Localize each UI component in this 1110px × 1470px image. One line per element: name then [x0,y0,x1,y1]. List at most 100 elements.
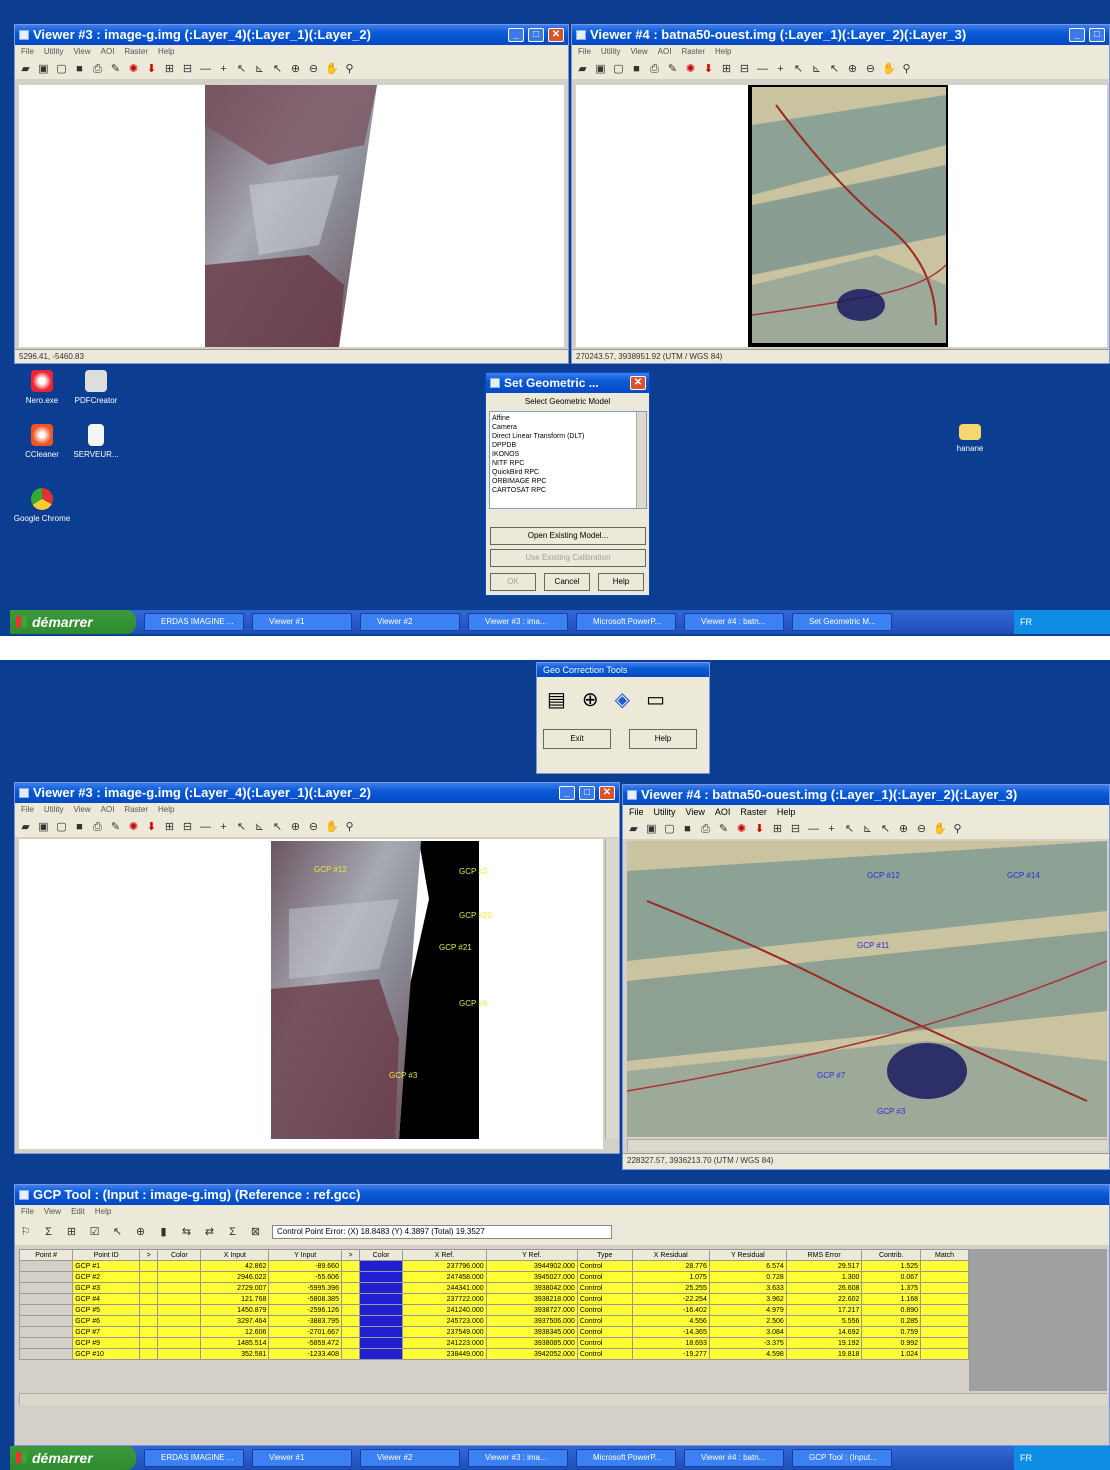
info-icon[interactable]: ✎ [109,821,122,834]
gcp-color-cell[interactable] [18,1326,74,1338]
menu-aoi[interactable]: AOI [101,47,115,56]
menu-view[interactable]: View [630,47,647,56]
gcp-color-cell[interactable] [920,1260,969,1272]
gcp-color-cell[interactable] [18,1348,74,1360]
new-icon[interactable]: ▢ [55,63,68,76]
open-icon[interactable]: ▰ [19,821,32,834]
model-option[interactable]: CARTOSAT RPC [492,486,644,495]
viewer-3-canvas[interactable] [19,85,564,347]
gcp-color-cell[interactable] [18,1293,74,1305]
pin-icon[interactable]: ⬇ [753,823,766,836]
line-icon[interactable]: — [756,63,769,76]
gcp-color-cell[interactable] [139,1348,159,1360]
grid-icon[interactable]: ⊞ [771,823,784,836]
select-icon[interactable]: ↖ [828,63,841,76]
pin-icon[interactable]: ⬇ [145,821,158,834]
maximize-button[interactable]: □ [579,786,595,800]
minimize-button[interactable]: _ [559,786,575,800]
measure-icon[interactable]: ⊾ [861,823,874,836]
menu-aoi[interactable]: AOI [715,807,731,817]
help-button[interactable]: Help [629,729,697,749]
viewer-4-hscrollbar[interactable] [627,1139,1107,1151]
target-icon[interactable]: ✺ [127,821,140,834]
gcp-color-cell[interactable] [340,1326,361,1338]
model-option[interactable]: QuickBird RPC [492,468,644,477]
menu-file[interactable]: File [629,807,644,817]
model-option[interactable]: Camera [492,423,644,432]
gcp-label[interactable]: GCP #3 [877,1107,905,1116]
gcp-color-cell[interactable] [340,1271,361,1283]
gcp-column-header[interactable]: Y Residual [708,1249,787,1261]
zoom-box-icon[interactable]: ⊟ [738,63,751,76]
gcp-column-header[interactable]: X Input [200,1249,270,1261]
minimize-button[interactable]: _ [1069,28,1085,42]
zoom-in-icon[interactable]: ⊕ [289,63,302,76]
close-layer-icon[interactable]: ▣ [594,63,607,76]
desktop-icon-pdfcreator[interactable]: PDFCreator [66,370,126,405]
gcp-color-cell[interactable] [139,1337,159,1349]
zoom-out-icon[interactable]: ⊖ [307,63,320,76]
pan-icon[interactable]: ✋ [933,823,947,836]
menu-view[interactable]: View [686,807,705,817]
grid-icon[interactable]: ⊞ [163,63,176,76]
gcp-color-cell[interactable] [359,1260,404,1272]
menu-help[interactable]: Help [777,807,796,817]
viewer-4-canvas[interactable] [576,85,1107,347]
gcp-color-cell[interactable] [157,1326,202,1338]
menu-file[interactable]: File [578,47,591,56]
gcp-color-cell[interactable] [139,1326,159,1338]
cross-icon[interactable]: + [217,821,230,834]
gcp-label[interactable]: GCP #20 [459,911,492,920]
desktop-icon-hanane[interactable]: hanane [940,424,1000,453]
info-icon[interactable]: ✎ [109,63,122,76]
close-button[interactable]: ✕ [630,376,646,390]
close-layer-icon[interactable]: ▣ [37,63,50,76]
gcp-color-cell[interactable] [340,1293,361,1305]
ok-button[interactable]: OK [490,573,536,591]
gcp-table-row[interactable]: GCP #2 2946.022 -55.606 247458.000 3945027.0… [18,1271,969,1283]
gcp-color-cell[interactable] [340,1315,361,1327]
gcp-color-cell[interactable] [18,1304,74,1316]
gcp-color-cell[interactable] [359,1337,404,1349]
save-icon[interactable]: ■ [681,823,694,836]
pin-icon[interactable]: ⬇ [702,63,715,76]
target-icon[interactable]: ✺ [735,823,748,836]
sigma-icon[interactable]: Σ [226,1226,239,1239]
menu-help[interactable]: Help [715,47,731,56]
gcp-column-header[interactable]: > [340,1249,361,1261]
gcp-label[interactable]: GCP #2 [459,867,487,876]
minimize-button[interactable]: _ [508,28,524,42]
model-option[interactable]: Affine [492,414,644,423]
target-icon[interactable]: ✺ [684,63,697,76]
gcp-label[interactable]: GCP #14 [1007,871,1040,880]
select-gcp-icon[interactable]: ↖ [111,1226,124,1239]
measure-icon[interactable]: ⊾ [253,821,266,834]
maximize-button[interactable]: □ [1089,28,1105,42]
gcp-column-header[interactable]: Point # [18,1249,74,1261]
menu-view[interactable]: View [73,805,90,814]
gcp-color-cell[interactable] [157,1282,202,1294]
gcp-color-cell[interactable] [359,1271,404,1283]
gcp-column-header[interactable]: > [139,1249,159,1261]
gcp-table-row[interactable]: GCP #9 1485.514 -5859.472 241223.000 3938085… [18,1337,969,1349]
gcp-color-cell[interactable] [157,1315,202,1327]
gcp-color-cell[interactable] [359,1304,404,1316]
model-option[interactable]: DPPDB [492,441,644,450]
gcp-color-cell[interactable] [340,1304,361,1316]
print-icon[interactable]: ⎙ [91,63,104,76]
gcp-column-header[interactable]: Match [920,1249,969,1261]
gcp-label[interactable]: GCP #6 [459,999,487,1008]
grid-icon[interactable]: ⊞ [720,63,733,76]
inquire-icon[interactable]: ⚲ [900,63,913,76]
gcp-column-header[interactable]: Color [157,1249,202,1261]
gcp-label[interactable]: GCP #12 [867,871,900,880]
gcp-table-row[interactable]: GCP #4 121.768 -5808.385 237722.000 3938218.… [18,1293,969,1305]
menu-aoi[interactable]: AOI [101,805,115,814]
taskbar-item[interactable]: ERDAS IMAGINE ... [144,1449,244,1467]
gcp-color-cell[interactable] [920,1348,969,1360]
gcp-label[interactable]: GCP #21 [439,943,472,952]
measure-icon[interactable]: ⊾ [810,63,823,76]
gcp-label[interactable]: GCP #12 [314,865,347,874]
gcp-color-cell[interactable] [18,1260,74,1272]
display-resample-icon[interactable]: ▤ [547,687,566,712]
